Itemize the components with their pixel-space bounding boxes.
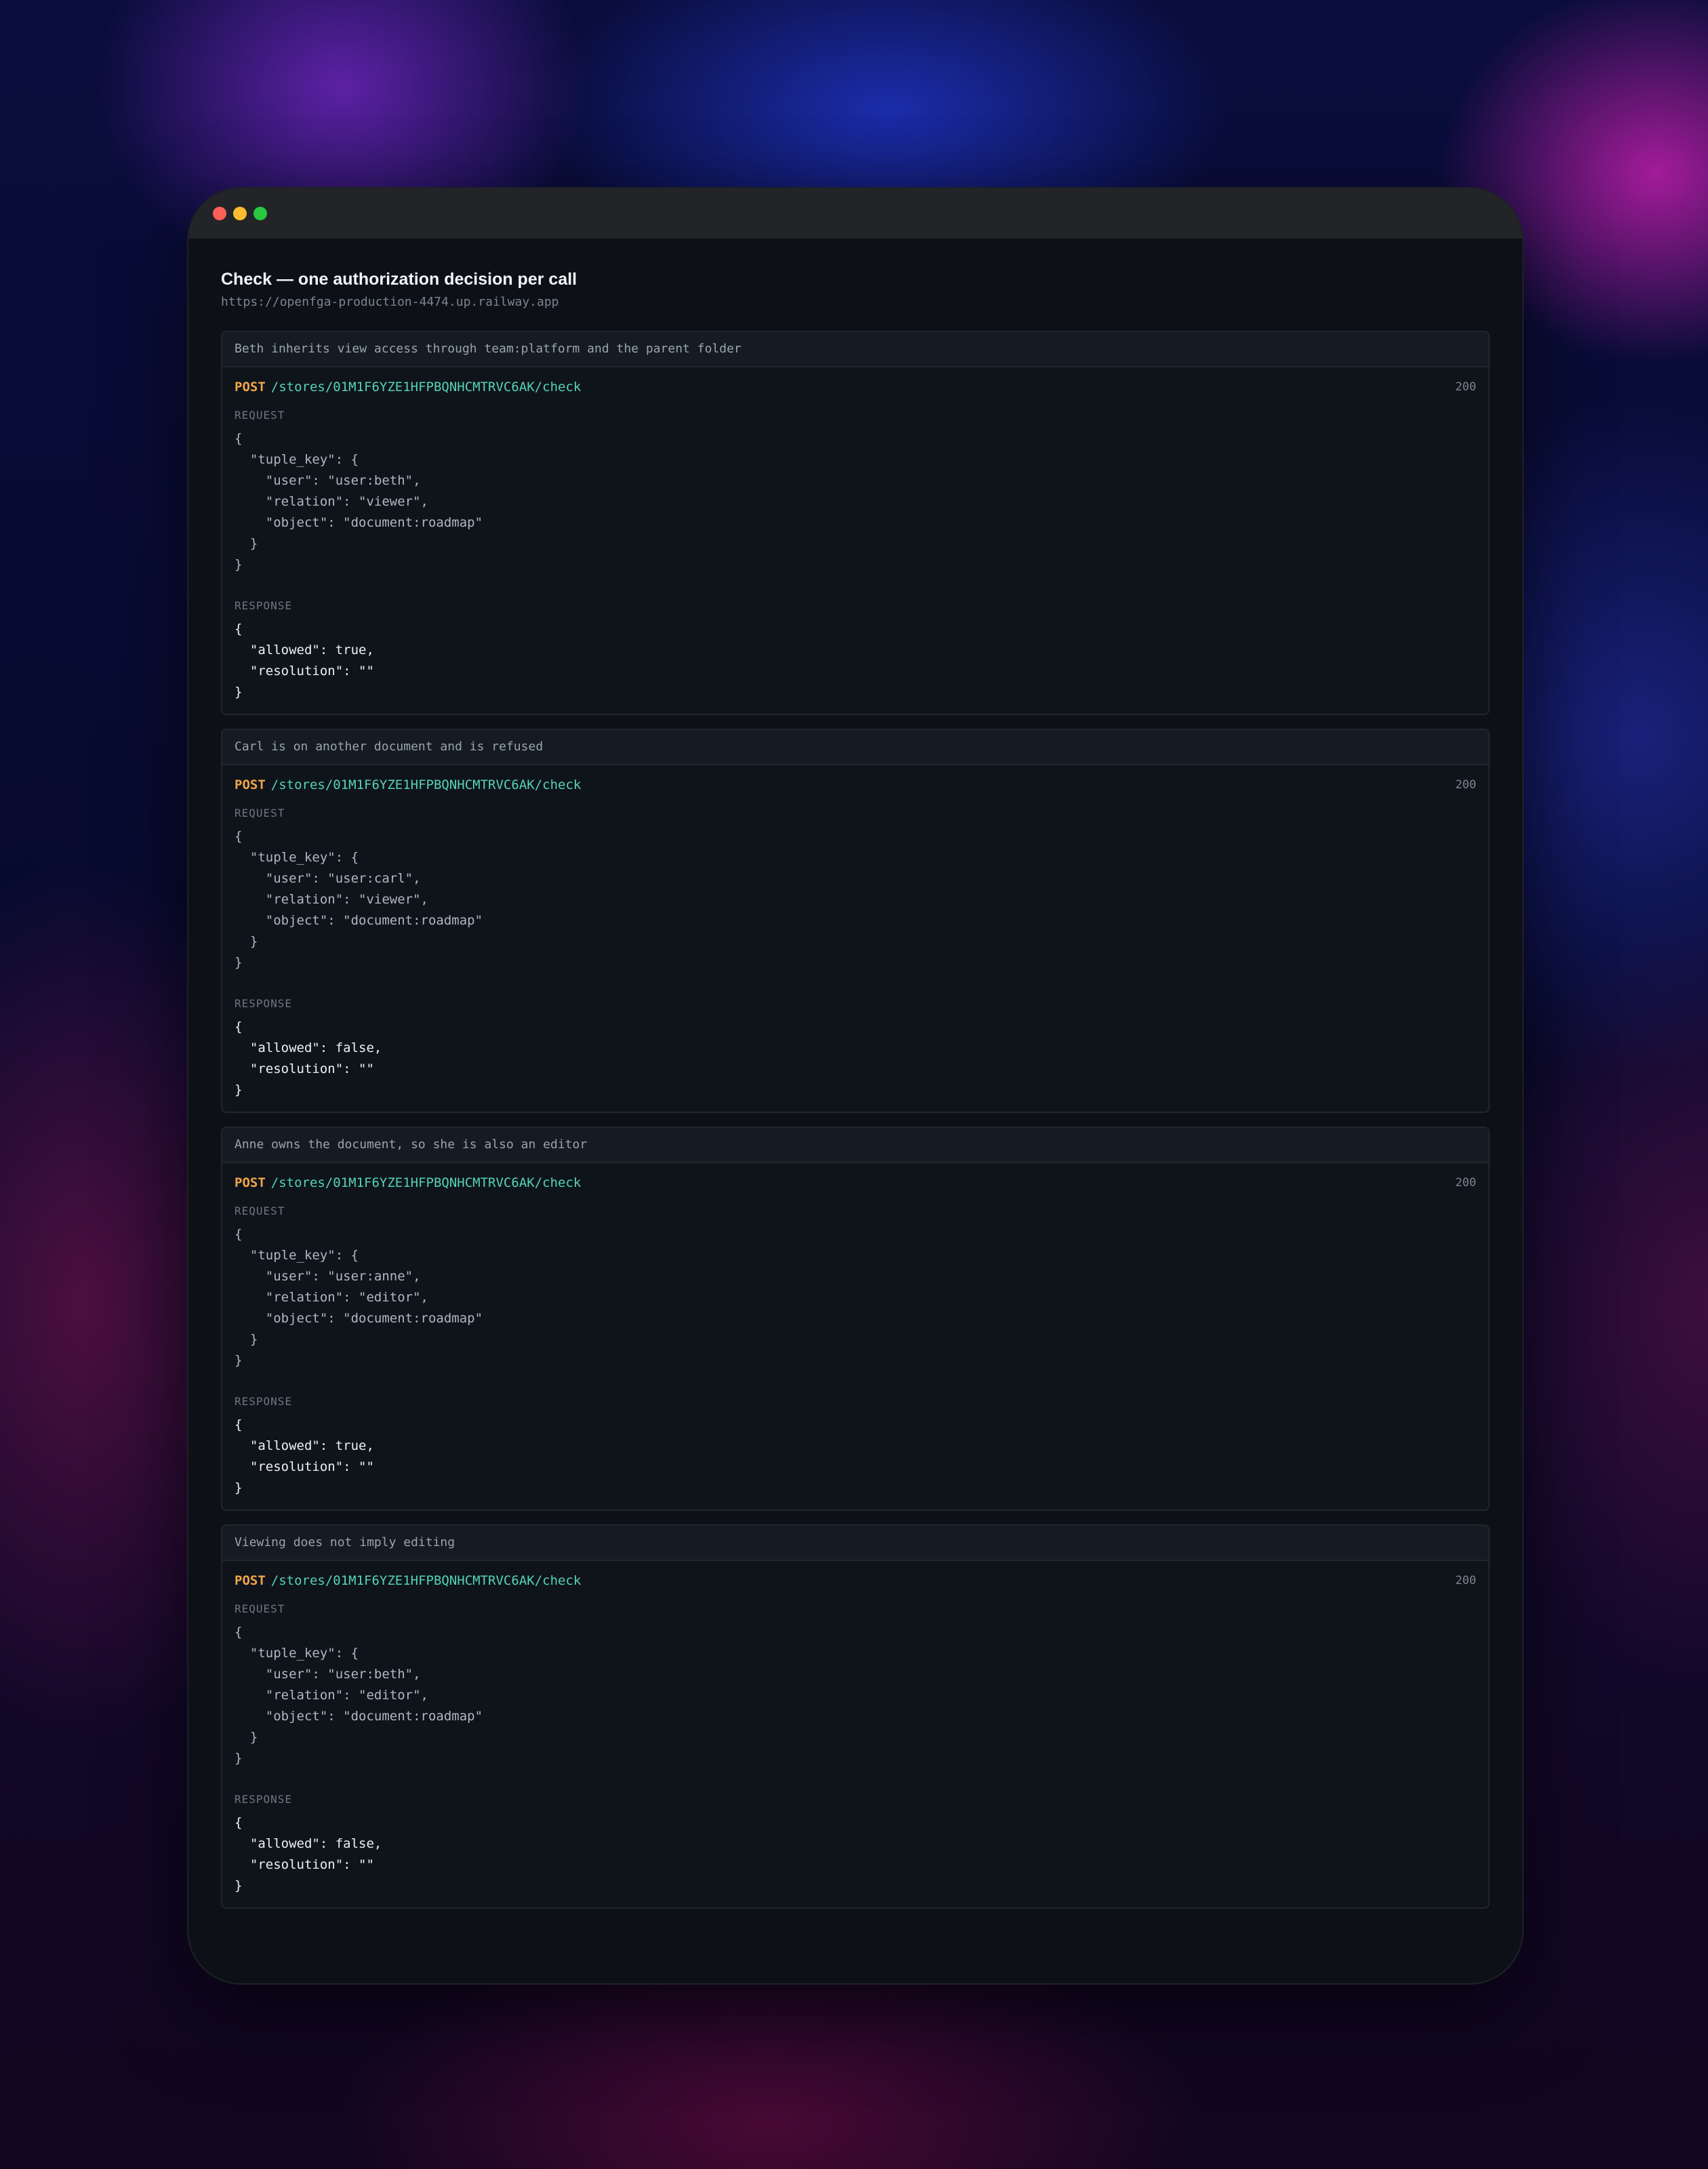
card-description: Anne owns the document, so she is also a… bbox=[222, 1128, 1488, 1163]
status-code: 200 bbox=[1455, 1176, 1476, 1190]
card-body: POST/stores/01M1F6YZE1HFPBQNHCMTRVC6AK/c… bbox=[222, 1561, 1488, 1907]
check-card: Anne owns the document, so she is also a… bbox=[221, 1127, 1490, 1511]
response-body: { "allowed": true, "resolution": "" } bbox=[235, 622, 374, 700]
check-card: Carl is on another document and is refus… bbox=[221, 729, 1490, 1113]
card-description: Beth inherits view access through team:p… bbox=[222, 332, 1488, 367]
response-label: RESPONSE bbox=[235, 997, 293, 1010]
response-label: RESPONSE bbox=[235, 599, 293, 612]
request-label: REQUEST bbox=[235, 1602, 285, 1615]
card-description: Carl is on another document and is refus… bbox=[222, 730, 1488, 765]
server-url: https://openfga-production-4474.up.railw… bbox=[221, 295, 559, 309]
request-path: /stores/01M1F6YZE1HFPBQNHCMTRVC6AK/check bbox=[270, 380, 582, 394]
status-code: 200 bbox=[1455, 1574, 1476, 1587]
response-label: RESPONSE bbox=[235, 1793, 293, 1806]
request-line: POST/stores/01M1F6YZE1HFPBQNHCMTRVC6AK/c… bbox=[235, 377, 1476, 397]
http-method: POST bbox=[235, 1175, 266, 1190]
app-window: Check — one authorization decision per c… bbox=[187, 187, 1524, 1985]
http-method: POST bbox=[235, 1573, 266, 1588]
main-content: Check — one authorization decision per c… bbox=[188, 239, 1522, 1909]
request-line: POST/stores/01M1F6YZE1HFPBQNHCMTRVC6AK/c… bbox=[235, 775, 1476, 795]
request-body: { "tuple_key": { "user": "user:beth", "r… bbox=[235, 1625, 483, 1766]
request-label: REQUEST bbox=[235, 409, 285, 422]
endpoint: POST/stores/01M1F6YZE1HFPBQNHCMTRVC6AK/c… bbox=[235, 380, 581, 394]
page-title: Check — one authorization decision per c… bbox=[221, 270, 577, 289]
card-body: POST/stores/01M1F6YZE1HFPBQNHCMTRVC6AK/c… bbox=[222, 1163, 1488, 1509]
request-path: /stores/01M1F6YZE1HFPBQNHCMTRVC6AK/check bbox=[270, 777, 582, 792]
response-body: { "allowed": false, "resolution": "" } bbox=[235, 1815, 382, 1893]
response-body: { "allowed": false, "resolution": "" } bbox=[235, 1019, 382, 1097]
request-path: /stores/01M1F6YZE1HFPBQNHCMTRVC6AK/check bbox=[270, 1573, 582, 1588]
request-path: /stores/01M1F6YZE1HFPBQNHCMTRVC6AK/check bbox=[270, 1175, 582, 1190]
close-dot-icon[interactable] bbox=[213, 207, 226, 220]
status-code: 200 bbox=[1455, 380, 1476, 394]
status-code: 200 bbox=[1455, 778, 1476, 792]
request-label: REQUEST bbox=[235, 1204, 285, 1217]
endpoint: POST/stores/01M1F6YZE1HFPBQNHCMTRVC6AK/c… bbox=[235, 1175, 581, 1190]
response-label: RESPONSE bbox=[235, 1395, 293, 1408]
request-line: POST/stores/01M1F6YZE1HFPBQNHCMTRVC6AK/c… bbox=[235, 1173, 1476, 1193]
request-body: { "tuple_key": { "user": "user:anne", "r… bbox=[235, 1227, 483, 1368]
http-method: POST bbox=[235, 777, 266, 792]
response-body: { "allowed": true, "resolution": "" } bbox=[235, 1417, 374, 1495]
check-card: Beth inherits view access through team:p… bbox=[221, 331, 1490, 715]
maximize-dot-icon[interactable] bbox=[253, 207, 267, 220]
http-method: POST bbox=[235, 380, 266, 394]
window-titlebar bbox=[188, 188, 1522, 239]
request-body: { "tuple_key": { "user": "user:carl", "r… bbox=[235, 829, 483, 970]
minimize-dot-icon[interactable] bbox=[233, 207, 247, 220]
check-list: Beth inherits view access through team:p… bbox=[221, 331, 1490, 1909]
endpoint: POST/stores/01M1F6YZE1HFPBQNHCMTRVC6AK/c… bbox=[235, 777, 581, 792]
request-label: REQUEST bbox=[235, 807, 285, 819]
request-body: { "tuple_key": { "user": "user:beth", "r… bbox=[235, 431, 483, 572]
endpoint: POST/stores/01M1F6YZE1HFPBQNHCMTRVC6AK/c… bbox=[235, 1573, 581, 1588]
request-line: POST/stores/01M1F6YZE1HFPBQNHCMTRVC6AK/c… bbox=[235, 1570, 1476, 1591]
card-description: Viewing does not imply editing bbox=[222, 1526, 1488, 1561]
card-body: POST/stores/01M1F6YZE1HFPBQNHCMTRVC6AK/c… bbox=[222, 367, 1488, 714]
card-body: POST/stores/01M1F6YZE1HFPBQNHCMTRVC6AK/c… bbox=[222, 765, 1488, 1112]
check-card: Viewing does not imply editing POST/stor… bbox=[221, 1524, 1490, 1909]
